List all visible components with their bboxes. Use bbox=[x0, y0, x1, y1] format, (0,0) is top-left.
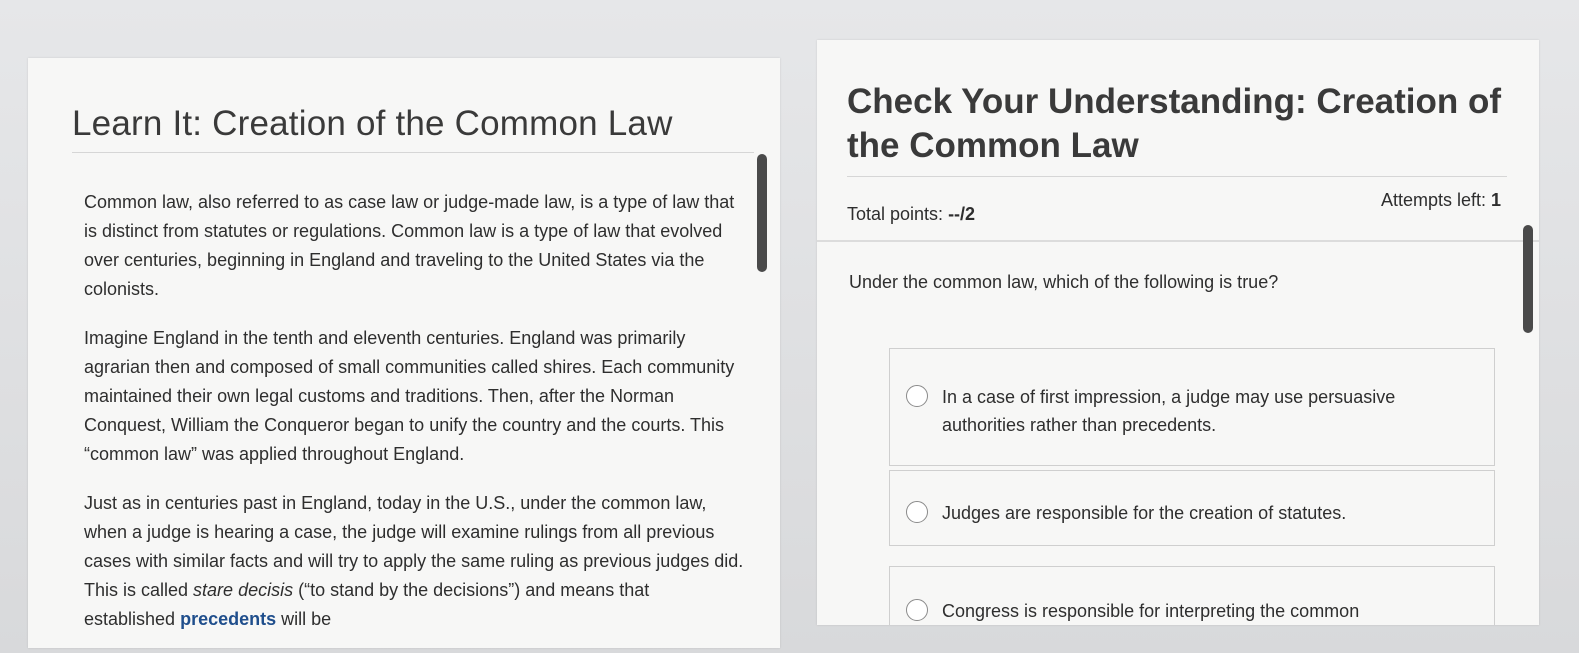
question-divider bbox=[817, 240, 1539, 242]
points-value: --/2 bbox=[948, 204, 976, 224]
stare-decisis-term: stare decisis bbox=[193, 580, 294, 600]
radio-button[interactable] bbox=[906, 599, 928, 621]
check-panel: Check Your Understanding: Creation of th… bbox=[817, 40, 1539, 625]
title-divider bbox=[847, 176, 1507, 177]
paragraph-3: Just as in centuries past in England, to… bbox=[84, 489, 744, 634]
attempts-left: Attempts left: 1 bbox=[1381, 190, 1501, 211]
answer-option-label: Judges are responsible for the creation … bbox=[942, 503, 1347, 523]
learn-content: Common law, also referred to as case law… bbox=[84, 188, 744, 648]
answer-option-1[interactable]: In a case of first impression, a judge m… bbox=[889, 348, 1495, 466]
question-text: Under the common law, which of the follo… bbox=[849, 272, 1279, 292]
radio-button[interactable] bbox=[906, 501, 928, 523]
answer-option-label: In a case of first impression, a judge m… bbox=[942, 387, 1396, 435]
paragraph-3-text-c: will be bbox=[276, 609, 332, 629]
answer-option-2[interactable]: Judges are responsible for the creation … bbox=[889, 470, 1495, 546]
paragraph-1: Common law, also referred to as case law… bbox=[84, 192, 735, 299]
points-label: Total points: bbox=[847, 204, 949, 224]
answer-option-3[interactable]: Congress is responsible for interpreting… bbox=[889, 566, 1495, 625]
learn-title: Learn It: Creation of the Common Law bbox=[72, 104, 673, 143]
screen: Learn It: Creation of the Common Law Com… bbox=[0, 0, 1579, 653]
question-scrollbar[interactable] bbox=[1523, 225, 1533, 333]
learn-scrollbar[interactable] bbox=[757, 154, 767, 272]
attempts-value: 1 bbox=[1490, 190, 1501, 210]
attempts-label: Attempts left: bbox=[1380, 190, 1491, 210]
precedents-link[interactable]: precedents bbox=[180, 609, 276, 629]
total-points: Total points: --/2 bbox=[847, 204, 975, 225]
check-title: Check Your Understanding: Creation of th… bbox=[847, 82, 1502, 165]
answer-option-label: Congress is responsible for interpreting… bbox=[942, 601, 1360, 621]
learn-panel: Learn It: Creation of the Common Law Com… bbox=[28, 58, 780, 648]
radio-button[interactable] bbox=[906, 385, 928, 407]
paragraph-2: Imagine England in the tenth and elevent… bbox=[84, 328, 735, 464]
title-divider bbox=[72, 152, 754, 153]
